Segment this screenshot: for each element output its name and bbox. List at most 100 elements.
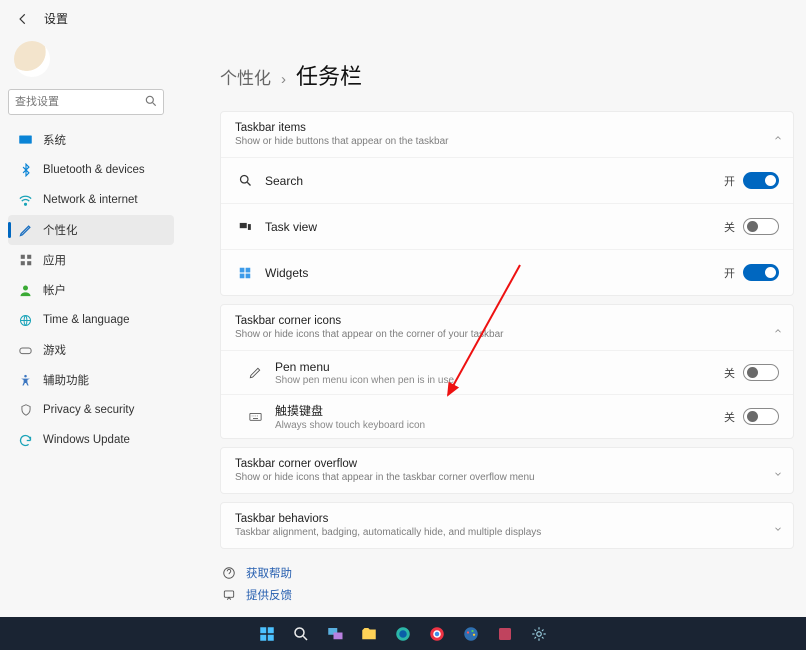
sidebar-item-label: Bluetooth & devices <box>43 164 145 176</box>
help-icon <box>222 566 236 580</box>
section-desc: Taskbar alignment, badging, automaticall… <box>235 527 779 538</box>
toggle-widgets[interactable] <box>743 264 779 281</box>
app-title: 设置 <box>44 10 68 27</box>
sidebar-item-network[interactable]: Network & internet <box>8 185 174 215</box>
sidebar-item-apps[interactable]: 应用 <box>8 245 174 275</box>
sidebar-item-label: 系统 <box>43 132 66 148</box>
row-label: Search <box>265 174 303 188</box>
search-icon <box>237 173 253 189</box>
toggle-search[interactable] <box>743 172 779 189</box>
toggle-state-text: 开 <box>724 265 735 281</box>
back-icon[interactable] <box>16 12 30 26</box>
feedback-icon <box>222 588 236 602</box>
sidebar-item-personalization[interactable]: 个性化 <box>8 215 174 245</box>
feedback-label: 提供反馈 <box>246 587 292 603</box>
row-search: Search 开 <box>221 157 793 203</box>
taskview-icon <box>237 219 253 235</box>
link-feedback[interactable]: 提供反馈 <box>220 587 794 603</box>
breadcrumb-parent[interactable]: 个性化 <box>220 64 271 89</box>
row-pen-menu: Pen menu Show pen menu icon when pen is … <box>221 350 793 394</box>
section-title: Taskbar corner overflow <box>235 458 779 470</box>
section-corner-overflow[interactable]: Taskbar corner overflow Show or hide ico… <box>220 447 794 494</box>
sidebar-item-bluetooth[interactable]: Bluetooth & devices <box>8 155 174 185</box>
explorer-icon[interactable] <box>359 624 379 644</box>
toggle-state-text: 开 <box>724 173 735 189</box>
edge-icon[interactable] <box>393 624 413 644</box>
search-input-wrap <box>8 89 164 115</box>
section-desc: Show or hide buttons that appear on the … <box>235 136 779 147</box>
sidebar-item-accounts[interactable]: 帐户 <box>8 275 174 305</box>
sidebar-item-time[interactable]: Time & language <box>8 305 174 335</box>
sidebar-item-label: 游戏 <box>43 342 66 358</box>
toggle-state-text: 关 <box>724 219 735 235</box>
row-taskview: Task view 关 <box>221 203 793 249</box>
settings-icon[interactable] <box>529 624 549 644</box>
section-title: Taskbar corner icons <box>235 315 779 327</box>
help-label: 获取帮助 <box>246 565 292 581</box>
person-icon <box>18 283 33 298</box>
row-widgets: Widgets 开 <box>221 249 793 295</box>
section-header[interactable]: Taskbar corner icons Show or hide icons … <box>221 305 793 350</box>
search-icon[interactable] <box>291 624 311 644</box>
sidebar-item-label: Privacy & security <box>43 404 134 416</box>
paint-icon[interactable] <box>461 624 481 644</box>
chevron-right-icon: › <box>281 71 286 88</box>
sidebar-item-system[interactable]: 系统 <box>8 125 174 155</box>
toggle-taskview[interactable] <box>743 218 779 235</box>
section-taskbar-items: Taskbar items Show or hide buttons that … <box>220 111 794 296</box>
brush-icon <box>18 223 33 238</box>
sidebar-item-gaming[interactable]: 游戏 <box>8 335 174 365</box>
section-title: Taskbar items <box>235 122 779 134</box>
keyboard-icon <box>247 409 263 425</box>
sidebar-item-label: Network & internet <box>43 194 138 206</box>
row-label: 触摸键盘 <box>275 402 425 419</box>
toggle-touch-keyboard[interactable] <box>743 408 779 425</box>
chevron-down-icon <box>773 521 783 531</box>
accessibility-icon <box>18 373 33 388</box>
apps-icon <box>18 253 33 268</box>
sidebar-item-privacy[interactable]: Privacy & security <box>8 395 174 425</box>
row-sublabel: Show pen menu icon when pen is in use <box>275 375 454 386</box>
row-touch-keyboard: 触摸键盘 Always show touch keyboard icon 关 <box>221 394 793 438</box>
sidebar-item-label: 应用 <box>43 252 66 268</box>
sidebar-item-update[interactable]: Windows Update <box>8 425 174 455</box>
toggle-state-text: 关 <box>724 365 735 381</box>
display-icon <box>18 133 33 148</box>
link-get-help[interactable]: 获取帮助 <box>220 565 794 581</box>
avatar[interactable] <box>14 41 50 77</box>
os-taskbar <box>0 617 806 650</box>
sidebar-item-label: 辅助功能 <box>43 372 89 388</box>
app-icon[interactable] <box>495 624 515 644</box>
section-corner-icons: Taskbar corner icons Show or hide icons … <box>220 304 794 439</box>
shield-icon <box>18 403 33 418</box>
sidebar-item-label: 帐户 <box>43 282 66 298</box>
section-header[interactable]: Taskbar items Show or hide buttons that … <box>221 112 793 157</box>
section-desc: Show or hide icons that appear in the ta… <box>235 472 779 483</box>
sidebar-item-label: Time & language <box>43 314 130 326</box>
chevron-up-icon <box>773 323 783 333</box>
sidebar-item-accessibility[interactable]: 辅助功能 <box>8 365 174 395</box>
breadcrumb: 个性化 › 任务栏 <box>220 59 794 91</box>
section-taskbar-behaviors[interactable]: Taskbar behaviors Taskbar alignment, bad… <box>220 502 794 549</box>
row-sublabel: Always show touch keyboard icon <box>275 420 425 431</box>
bluetooth-icon <box>18 163 33 178</box>
search-icon <box>144 94 158 108</box>
update-icon <box>18 433 33 448</box>
gamepad-icon <box>18 343 33 358</box>
sidebar-item-label: 个性化 <box>43 222 78 238</box>
globe-icon <box>18 313 33 328</box>
pen-icon <box>247 365 263 381</box>
row-label: Pen menu <box>275 360 454 374</box>
row-label: Widgets <box>265 266 308 280</box>
row-label: Task view <box>265 220 317 234</box>
chevron-down-icon <box>773 466 783 476</box>
sidebar-item-label: Windows Update <box>43 434 130 446</box>
section-title: Taskbar behaviors <box>235 513 779 525</box>
chevron-up-icon <box>773 130 783 140</box>
search-input[interactable] <box>8 89 164 115</box>
chrome-icon[interactable] <box>427 624 447 644</box>
taskview-icon[interactable] <box>325 624 345 644</box>
toggle-state-text: 关 <box>724 409 735 425</box>
toggle-pen-menu[interactable] <box>743 364 779 381</box>
start-icon[interactable] <box>257 624 277 644</box>
